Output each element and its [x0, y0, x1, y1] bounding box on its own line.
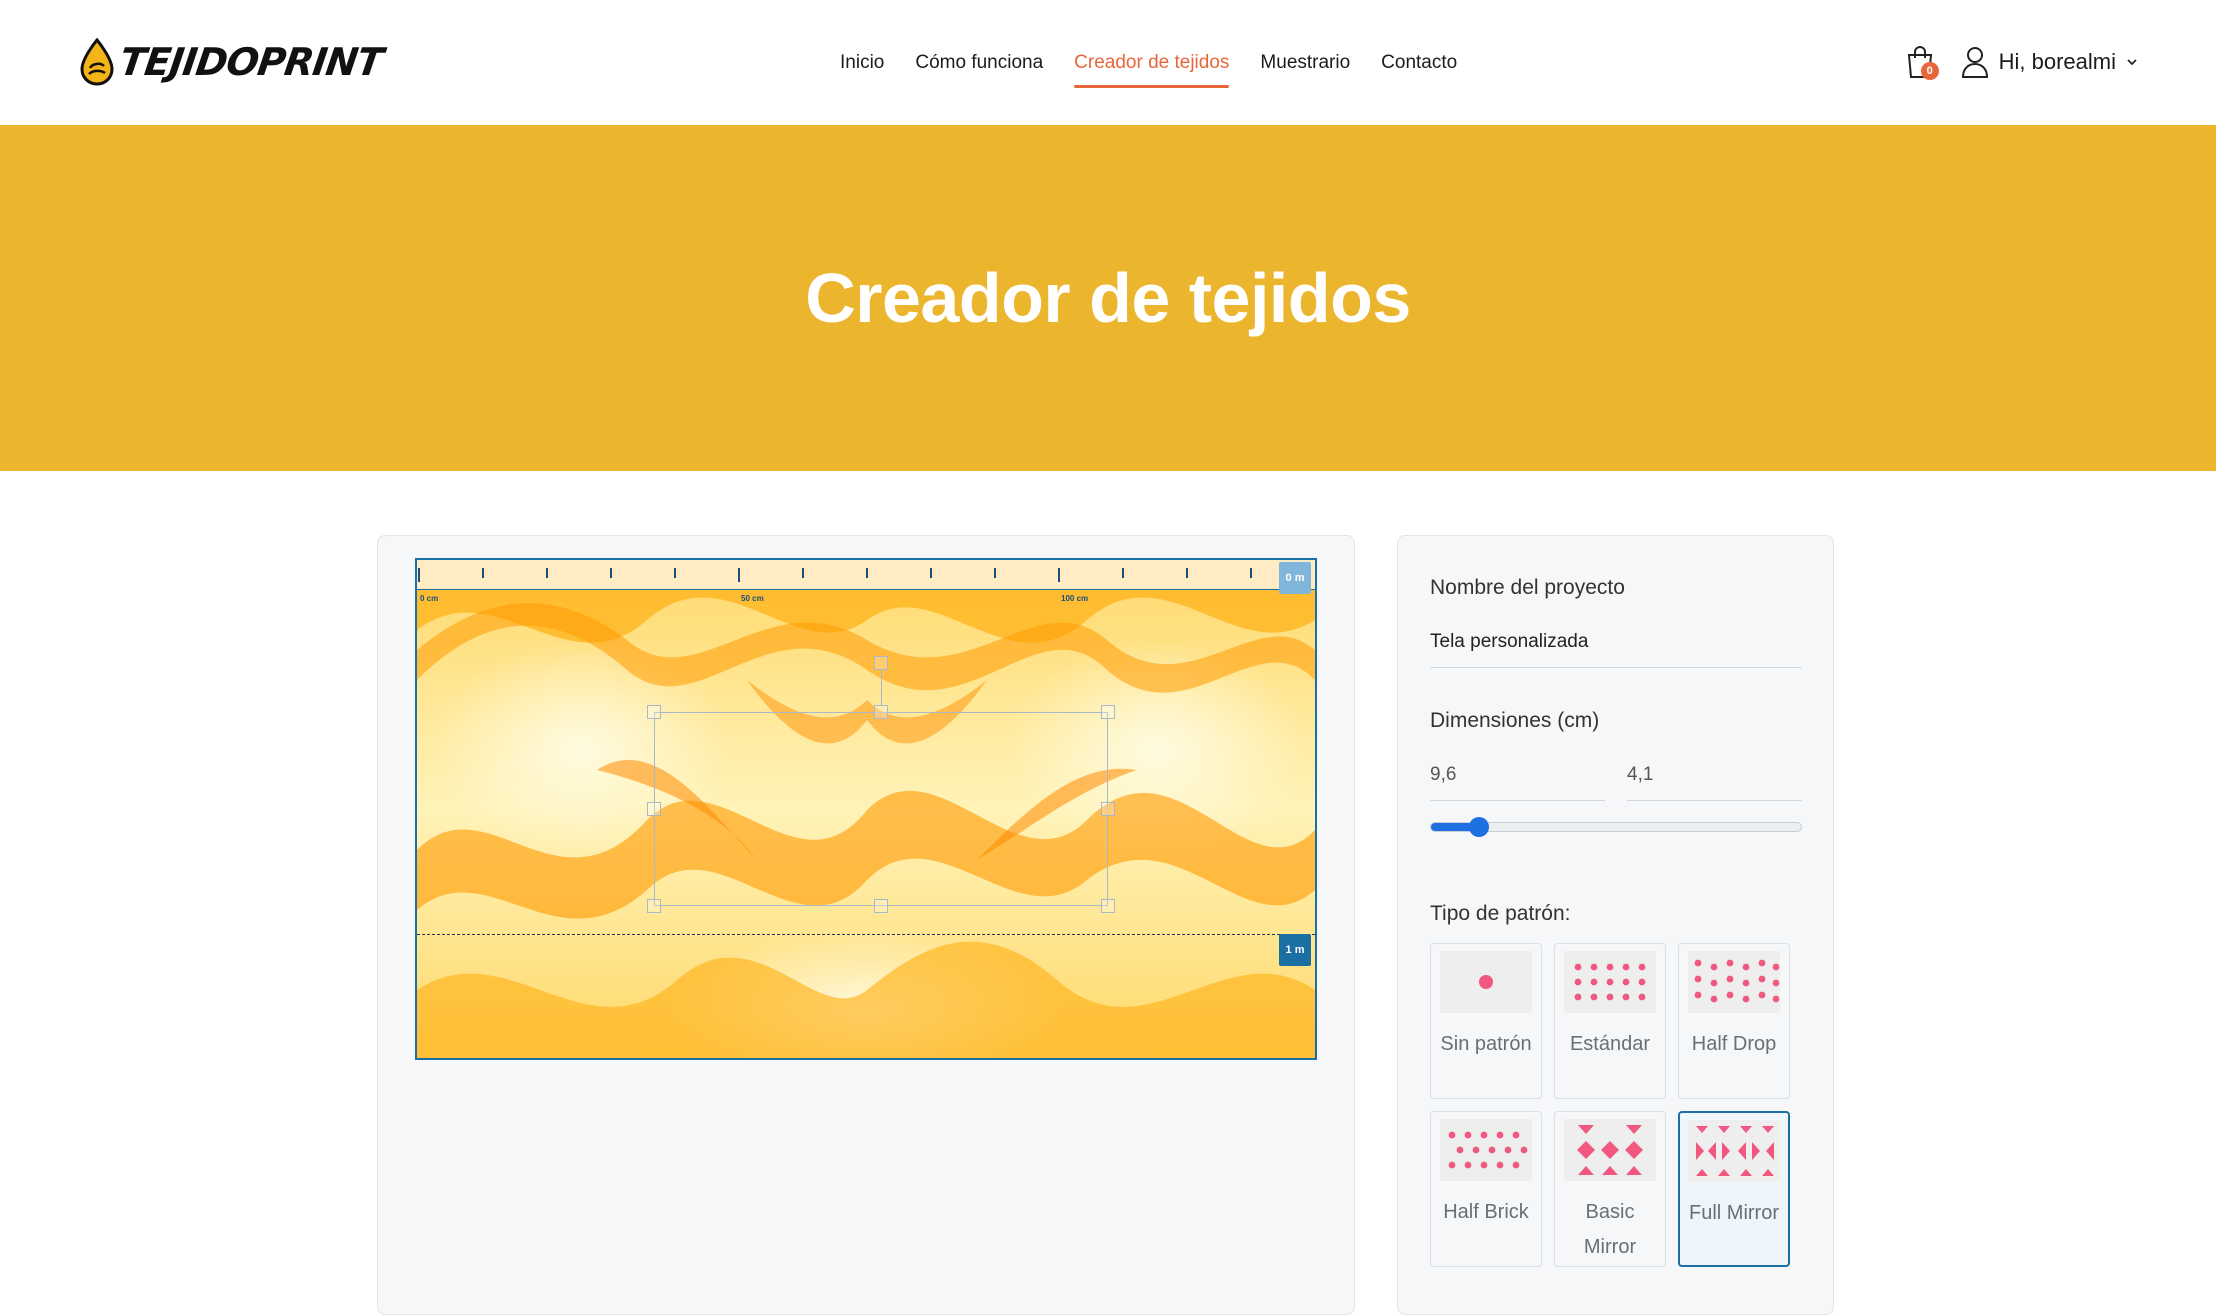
ruler-label-100: 100 cm	[1061, 594, 1089, 603]
site-header: TEJIDOPRINT Inicio Cómo funciona Creador…	[0, 0, 2216, 125]
half-drop-dots-icon	[1694, 959, 1780, 1003]
project-name-label: Nombre del proyecto	[1430, 576, 1625, 599]
resize-handle-bottom-right[interactable]	[1101, 899, 1115, 913]
ink-drop-icon	[80, 38, 114, 86]
resize-handle-top[interactable]	[874, 705, 888, 719]
cart-button[interactable]: 0	[1905, 44, 1939, 80]
nav-item-contacto[interactable]: Contacto	[1381, 44, 1457, 82]
pattern-thumb-full-mirror	[1688, 1120, 1780, 1182]
pattern-thumb-half-drop	[1688, 951, 1780, 1013]
pattern-thumb-half-brick	[1440, 1119, 1532, 1181]
resize-handle-bottom-left[interactable]	[647, 899, 661, 913]
dot-grid-icon	[1574, 963, 1646, 1001]
nav-item-inicio[interactable]: Inicio	[840, 44, 884, 82]
resize-handle-left[interactable]	[647, 802, 661, 816]
basic-mirror-shapes-icon	[1577, 1125, 1643, 1175]
pattern-option-basic-mirror[interactable]: Basic Mirror	[1554, 1111, 1666, 1267]
pattern-thumb-standard	[1564, 951, 1656, 1013]
meter-marker-bottom: 1 m	[1279, 934, 1311, 966]
half-brick-dots-icon	[1448, 1131, 1528, 1169]
pattern-option-half-drop[interactable]: Half Drop	[1678, 943, 1790, 1099]
user-menu[interactable]: Hi, borealmi	[1961, 46, 2138, 78]
height-input[interactable]: 4,1	[1627, 764, 1802, 801]
page-title: Creador de tejidos	[805, 259, 1411, 337]
ruler-ticks	[418, 568, 1252, 582]
rotate-handle[interactable]	[874, 656, 888, 670]
pattern-thumb-basic-mirror	[1564, 1119, 1656, 1181]
pattern-type-label: Tipo de patrón:	[1430, 902, 1571, 925]
pattern-thumb-none	[1440, 951, 1532, 1013]
hero-banner: Creador de tejidos	[0, 125, 2216, 471]
pattern-name: Half Brick	[1443, 1201, 1529, 1223]
nav-item-creador-de-tejidos[interactable]: Creador de tejidos	[1074, 44, 1230, 88]
pattern-option-estandar[interactable]: Estándar	[1554, 943, 1666, 1099]
user-greeting: Hi, borealmi	[1998, 49, 2116, 74]
pattern-option-half-brick[interactable]: Half Brick	[1430, 1111, 1542, 1267]
rotate-handle-stem	[881, 669, 882, 705]
brand-logo[interactable]: TEJIDOPRINT	[78, 36, 386, 88]
pattern-option-sin-patron[interactable]: Sin patrón	[1430, 943, 1542, 1099]
pattern-options: Sin patrón Estándar Half Drop Half Brick…	[1430, 943, 1790, 1267]
pattern-name: Sin patrón	[1440, 1033, 1532, 1055]
cart-count-badge: 0	[1920, 62, 1939, 80]
selection-box[interactable]	[647, 656, 1115, 913]
pattern-option-full-mirror[interactable]: Full Mirror	[1678, 1111, 1790, 1267]
width-input[interactable]: 9,6	[1430, 764, 1605, 801]
chevron-down-icon	[2127, 59, 2137, 66]
meter-marker-top: 0 m	[1279, 562, 1311, 594]
resize-handle-bottom[interactable]	[874, 899, 888, 913]
nav-item-muestrario[interactable]: Muestrario	[1260, 44, 1350, 82]
fabric-canvas[interactable]: 0 cm 50 cm 100 cm 0 m 1 m	[415, 558, 1317, 1060]
header-actions: 0 Hi, borealmi	[1905, 40, 2138, 84]
size-slider-thumb[interactable]	[1469, 817, 1490, 837]
pattern-name: Basic Mirror	[1583, 1201, 1637, 1258]
nav-item-como-funciona[interactable]: Cómo funciona	[915, 44, 1043, 82]
dimensions-label: Dimensiones (cm)	[1430, 709, 1600, 732]
resize-handle-right[interactable]	[1101, 802, 1115, 816]
horizontal-ruler	[417, 560, 1315, 590]
project-name-input[interactable]: Tela personalizada	[1430, 631, 1802, 668]
resize-handle-top-right[interactable]	[1101, 705, 1115, 719]
settings-panel: Nombre del proyecto Tela personalizada D…	[1397, 535, 1834, 1315]
ruler-label-0: 0 cm	[420, 594, 439, 603]
editor-panel: 0 cm 50 cm 100 cm 0 m 1 m	[377, 535, 1355, 1315]
user-icon	[1961, 47, 1988, 78]
meter-divider-line	[417, 934, 1315, 935]
size-slider[interactable]	[1430, 817, 1802, 837]
pattern-name: Half Drop	[1691, 1033, 1777, 1055]
pattern-name: Estándar	[1569, 1033, 1651, 1055]
main-nav: Inicio Cómo funciona Creador de tejidos …	[840, 0, 1457, 125]
pattern-name: Full Mirror	[1689, 1202, 1779, 1224]
resize-handle-top-left[interactable]	[647, 705, 661, 719]
ruler-label-50: 50 cm	[741, 594, 764, 603]
brand-name: TEJIDOPRINT	[116, 40, 386, 84]
single-dot-icon	[1479, 975, 1493, 989]
full-mirror-shapes-icon	[1696, 1126, 1774, 1176]
